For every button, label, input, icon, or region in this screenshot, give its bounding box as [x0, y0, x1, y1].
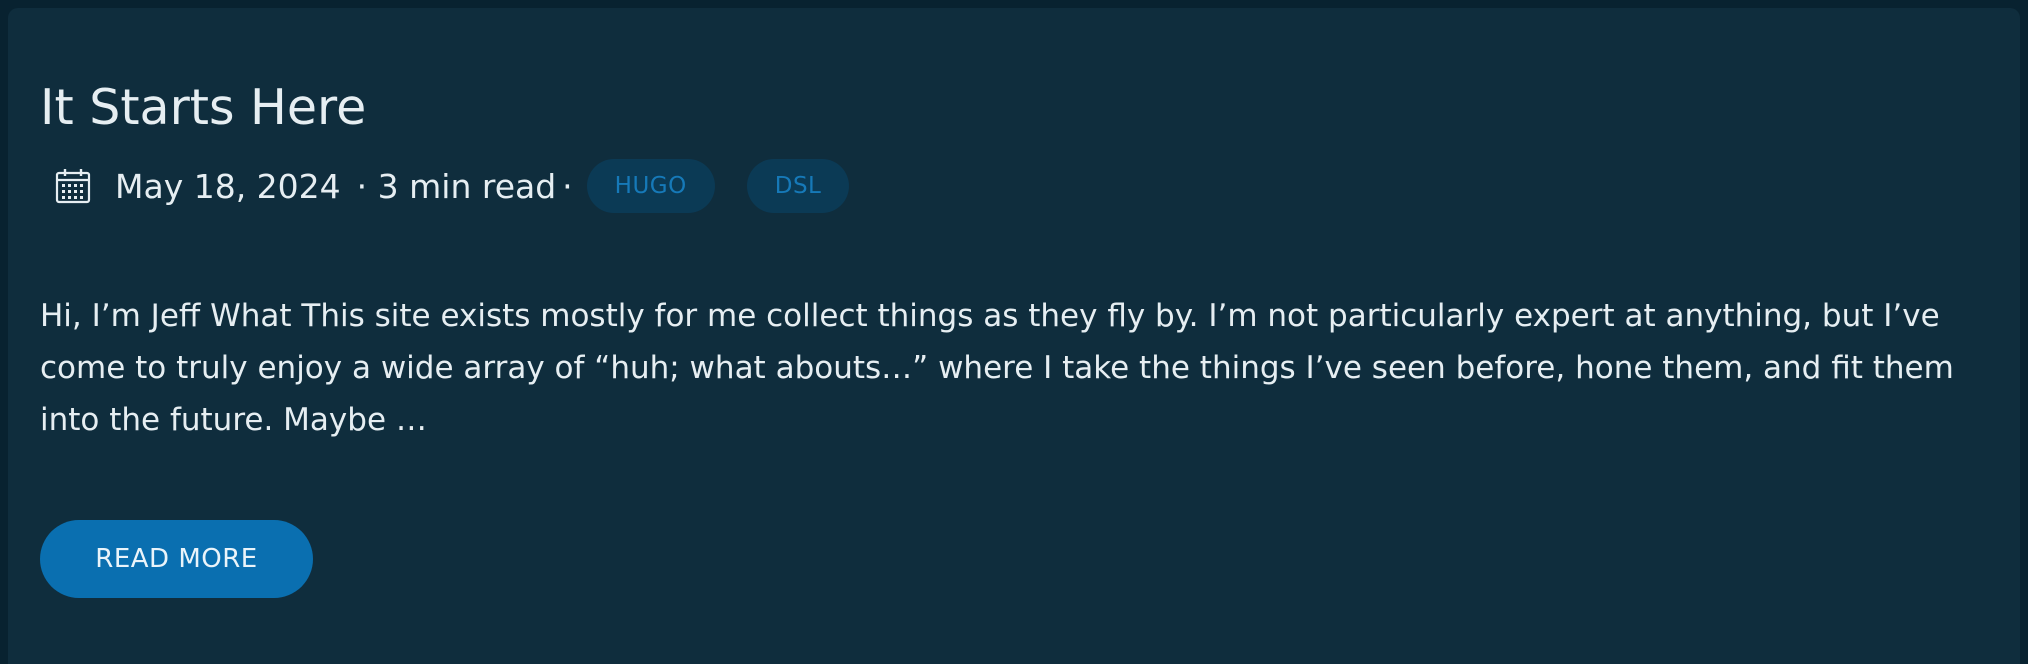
post-title[interactable]: It Starts Here [40, 80, 366, 136]
meta-separator: · [562, 166, 573, 206]
calendar-icon [55, 168, 91, 204]
tag-dsl[interactable]: DSL [746, 159, 850, 213]
post-summary: Hi, I’m Jeff What This site exists mostl… [40, 298, 1954, 438]
read-more-button[interactable]: READ MORE [40, 520, 313, 598]
post-card: It Starts Here May 18, 2024 · 3 min read… [8, 8, 2020, 664]
post-meta: May 18, 2024 · 3 min read · HUGO DSL [55, 158, 850, 214]
post-date: May 18, 2024 [115, 166, 341, 206]
tag-hugo[interactable]: HUGO [586, 159, 715, 213]
post-read-time: · 3 min read [356, 166, 557, 206]
